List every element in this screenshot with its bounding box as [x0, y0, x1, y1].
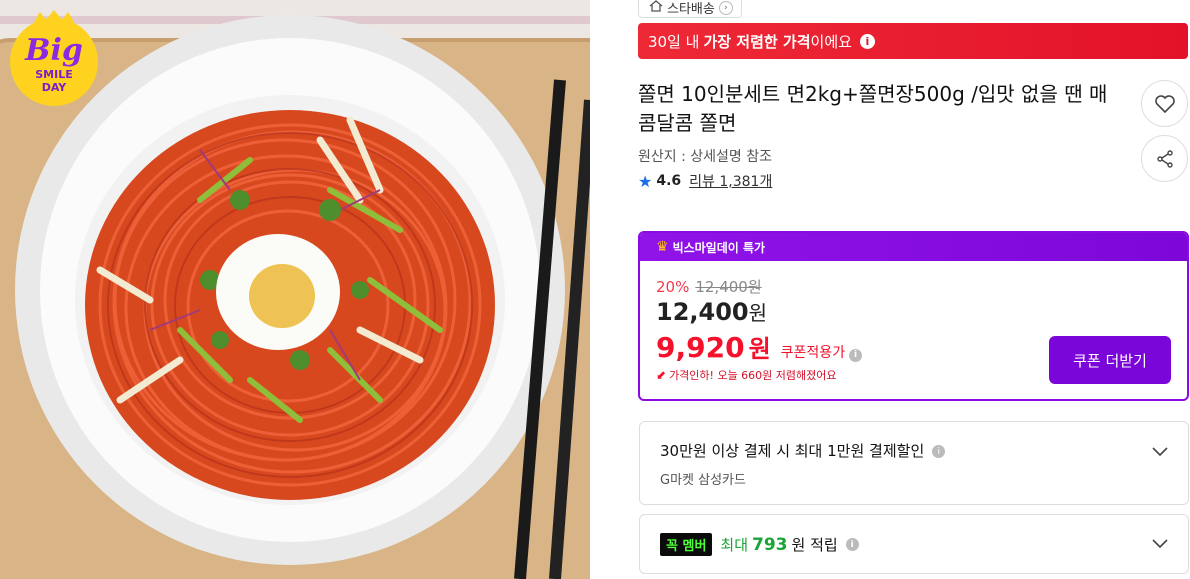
chevron-down-icon[interactable] — [1152, 539, 1168, 549]
heart-icon — [1154, 94, 1175, 113]
big-smile-deal-box: ♛ 빅스마일데이 특가 20% 12,400원 12,400원 9,920 원 쿠폰… — [638, 231, 1189, 401]
coupon-price-unit: 원 — [748, 335, 771, 363]
info-icon[interactable]: i — [845, 538, 859, 551]
banner-pre: 30일 내 — [648, 32, 700, 51]
more-coupon-button[interactable]: 쿠폰 더받기 — [1049, 336, 1171, 384]
info-icon[interactable]: i — [932, 445, 946, 458]
share-icon — [1156, 149, 1173, 168]
big-smile-day-badge: Big SMILE DAY — [6, 10, 102, 106]
origin-text: 원산지 : 상세설명 참조 — [638, 149, 772, 165]
reviews-link[interactable]: 리뷰 1,381개 — [689, 171, 772, 191]
info-icon[interactable]: i — [849, 348, 863, 362]
product-title: 쫄면 10인분세트 면2kg+쫄면장500g /입맛 없을 땐 매콤달콤 쫄면 — [638, 82, 1108, 135]
deal-header-label: 빅스마일데이 특가 — [672, 240, 766, 255]
wishlist-button[interactable] — [1141, 80, 1188, 127]
banner-bold: 가장 저렴한 가격 — [703, 32, 811, 51]
original-price: 12,400원 — [695, 278, 762, 296]
membership-amount: 793 — [752, 534, 788, 555]
sale-price: 12,400원 — [656, 297, 767, 326]
payment-discount-title: 30만원 이상 결제 시 최대 1만원 결제할인 i — [660, 440, 946, 461]
discount-percent: 20% — [656, 278, 690, 296]
price-cut-notice: ⬋ 가격인하! 오늘 660원 저렴해졌어요 — [656, 367, 837, 383]
crown-icon: ♛ — [656, 239, 669, 255]
discount-row: 20% 12,400원 — [656, 276, 762, 297]
product-info-panel: 스타배송 › 30일 내 가장 저렴한 가격 이에요 i 쫄면 10인분세트 면2… — [638, 0, 1190, 579]
chevron-right-icon: › — [718, 0, 733, 15]
star-delivery-link[interactable]: 스타배송 › — [638, 0, 742, 18]
price-cut-text: 가격인하! 오늘 660원 저렴해졌어요 — [669, 369, 837, 382]
share-button[interactable] — [1141, 135, 1188, 182]
badge-day-text: DAY — [42, 81, 68, 94]
coupon-price-label: 쿠폰적용가 — [780, 345, 846, 361]
badge-big-text: Big — [24, 33, 83, 68]
membership-card[interactable]: 꼭 멤버 최대 793 원 적립 i — [639, 514, 1189, 574]
rating-score: 4.6 — [656, 173, 682, 189]
rating-row: ★ 4.6 리뷰 1,381개 — [638, 171, 772, 191]
coupon-price-number: 9,920 — [656, 331, 745, 364]
lowest-price-banner: 30일 내 가장 저렴한 가격 이에요 i — [638, 23, 1188, 59]
banner-post: 이에요 — [810, 32, 852, 51]
payment-discount-text: 30만원 이상 결제 시 최대 1만원 결제할인 — [660, 442, 925, 460]
star-delivery-label: 스타배송 — [667, 2, 715, 17]
coupon-price: 9,920 원 쿠폰적용가 i — [656, 329, 863, 364]
home-icon — [649, 0, 663, 16]
payment-card-name: G마켓 삼성카드 — [660, 473, 746, 488]
payment-discount-card[interactable]: 30만원 이상 결제 시 최대 1만원 결제할인 i G마켓 삼성카드 — [639, 421, 1189, 505]
star-icon: ★ — [638, 171, 653, 191]
sale-price-unit: 원 — [748, 301, 768, 325]
badge-smile-text: SMILE — [35, 68, 73, 81]
membership-row: 꼭 멤버 최대 793 원 적립 i — [660, 533, 859, 556]
sale-price-number: 12,400 — [656, 298, 749, 326]
deal-header: ♛ 빅스마일데이 특가 — [640, 233, 1187, 261]
down-arrow-icon: ⬋ — [656, 368, 667, 382]
membership-pre: 최대 — [720, 536, 749, 554]
chevron-down-icon[interactable] — [1152, 447, 1168, 457]
membership-logo: 꼭 멤버 — [660, 533, 713, 556]
info-icon[interactable]: i — [859, 33, 875, 49]
membership-post: 원 적립 — [791, 536, 838, 554]
